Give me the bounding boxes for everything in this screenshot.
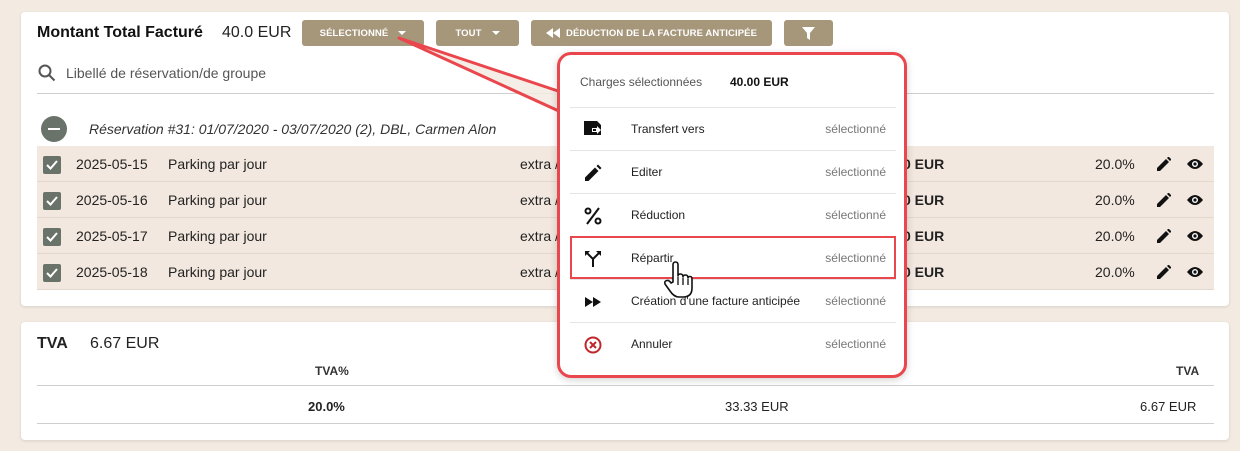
row-vat: 20.0% bbox=[1095, 228, 1135, 244]
pencil-icon[interactable] bbox=[1157, 229, 1171, 243]
menu-item-transfer[interactable]: Transfert vers sélectionné bbox=[570, 107, 896, 150]
divider bbox=[37, 423, 1214, 424]
search-input[interactable]: Libellé de réservation/de groupe bbox=[66, 65, 266, 81]
pencil-icon bbox=[585, 164, 602, 181]
menu-item-label: Création d'une facture anticipée bbox=[631, 294, 801, 308]
menu-item-label: Annuler bbox=[631, 337, 673, 351]
menu-item-status: sélectionné bbox=[825, 122, 886, 136]
rewind-icon bbox=[545, 28, 560, 38]
tva-title: TVA bbox=[37, 335, 68, 352]
row-checkbox[interactable] bbox=[43, 156, 61, 174]
fast-forward-icon bbox=[585, 297, 601, 307]
check-icon bbox=[46, 268, 58, 278]
check-icon bbox=[46, 160, 58, 170]
row-type: extra / bbox=[520, 228, 559, 244]
menu-item-status: sélectionné bbox=[825, 337, 886, 351]
row-vat: 20.0% bbox=[1095, 264, 1135, 280]
tva-total: 6.67 EUR bbox=[90, 335, 160, 352]
row-date: 2025-05-15 bbox=[76, 156, 148, 172]
row-type: extra / bbox=[520, 192, 559, 208]
filter-icon bbox=[802, 26, 815, 40]
collapse-icon[interactable] bbox=[41, 116, 67, 142]
row-date: 2025-05-17 bbox=[76, 228, 148, 244]
row-date: 2025-05-18 bbox=[76, 264, 148, 280]
eye-icon[interactable] bbox=[1187, 158, 1203, 170]
tva-header-amount: TVA bbox=[1176, 364, 1200, 378]
invoice-title: Montant Total Facturé bbox=[37, 24, 203, 41]
reservation-label: Réservation #31: 01/07/2020 - 03/07/2020… bbox=[89, 121, 497, 137]
split-icon bbox=[585, 251, 601, 267]
cancel-icon bbox=[584, 336, 602, 354]
tva-rate-value: 20.0% bbox=[308, 399, 345, 414]
divider bbox=[37, 385, 1214, 386]
selected-button-label: SÉLECTIONNÉ bbox=[319, 27, 389, 39]
pencil-icon[interactable] bbox=[1157, 265, 1171, 279]
menu-item-advance-invoice[interactable]: Création d'une facture anticipée sélecti… bbox=[570, 279, 896, 322]
search-icon bbox=[38, 64, 56, 82]
reservation-group-header: Réservation #31: 01/07/2020 - 03/07/2020… bbox=[41, 116, 496, 142]
menu-item-status: sélectionné bbox=[825, 208, 886, 222]
menu-item-label: Réduction bbox=[631, 208, 686, 222]
row-checkbox[interactable] bbox=[43, 192, 61, 210]
chevron-down-icon bbox=[398, 31, 407, 35]
row-vat: 20.0% bbox=[1095, 192, 1135, 208]
row-amount: 0 EUR bbox=[903, 192, 945, 208]
pencil-icon[interactable] bbox=[1157, 193, 1171, 207]
selected-actions-menu: Charges sélectionnées 40.00 EUR Transfer… bbox=[557, 52, 907, 378]
row-amount: 0 EUR bbox=[903, 156, 945, 172]
menu-item-discount[interactable]: Réduction sélectionné bbox=[570, 193, 896, 236]
menu-header-amount: 40.00 EUR bbox=[730, 75, 789, 89]
tva-amount-value: 6.67 EUR bbox=[1140, 399, 1197, 414]
row-type: extra / bbox=[520, 156, 559, 172]
all-dropdown-button[interactable]: TOUT bbox=[436, 20, 519, 46]
tva-header-rate: TVA% bbox=[315, 364, 349, 378]
row-amount: 0 EUR bbox=[903, 264, 945, 280]
menu-item-split[interactable]: Répartir sélectionné bbox=[570, 236, 896, 279]
menu-item-edit[interactable]: Editer sélectionné bbox=[570, 150, 896, 193]
transfer-icon bbox=[584, 121, 601, 135]
row-description: Parking par jour bbox=[168, 192, 267, 208]
menu-item-status: sélectionné bbox=[825, 294, 886, 308]
menu-item-label: Editer bbox=[631, 165, 663, 179]
eye-icon[interactable] bbox=[1187, 230, 1203, 242]
search-bar[interactable]: Libellé de réservation/de groupe bbox=[38, 64, 266, 82]
deduction-button[interactable]: DÉDUCTION DE LA FACTURE ANTICIPÉE bbox=[531, 20, 772, 46]
check-icon bbox=[46, 196, 58, 206]
row-amount: 0 EUR bbox=[903, 228, 945, 244]
selected-dropdown-button[interactable]: SÉLECTIONNÉ bbox=[302, 20, 424, 46]
pencil-icon[interactable] bbox=[1157, 157, 1171, 171]
all-button-label: TOUT bbox=[455, 27, 482, 39]
row-checkbox[interactable] bbox=[43, 264, 61, 282]
tva-base-value: 33.33 EUR bbox=[725, 399, 789, 414]
invoice-total: 40.0 EUR bbox=[222, 24, 292, 41]
menu-item-status: sélectionné bbox=[825, 165, 886, 179]
row-description: Parking par jour bbox=[168, 228, 267, 244]
eye-icon[interactable] bbox=[1187, 266, 1203, 278]
menu-item-cancel[interactable]: Annuler sélectionné bbox=[570, 322, 896, 365]
row-checkbox[interactable] bbox=[43, 228, 61, 246]
menu-item-label: Transfert vers bbox=[631, 122, 705, 136]
hand-cursor-icon bbox=[663, 261, 693, 298]
percent-icon bbox=[584, 207, 602, 225]
row-vat: 20.0% bbox=[1095, 156, 1135, 172]
row-type: extra / bbox=[520, 264, 559, 280]
deduction-button-label: DÉDUCTION DE LA FACTURE ANTICIPÉE bbox=[565, 27, 758, 39]
filter-button[interactable] bbox=[784, 20, 833, 46]
eye-icon[interactable] bbox=[1187, 194, 1203, 206]
check-icon bbox=[46, 232, 58, 242]
row-description: Parking par jour bbox=[168, 156, 267, 172]
row-description: Parking par jour bbox=[168, 264, 267, 280]
chevron-down-icon bbox=[491, 31, 500, 35]
menu-item-status: sélectionné bbox=[825, 251, 886, 265]
row-date: 2025-05-16 bbox=[76, 192, 148, 208]
menu-header-label: Charges sélectionnées bbox=[580, 75, 703, 89]
